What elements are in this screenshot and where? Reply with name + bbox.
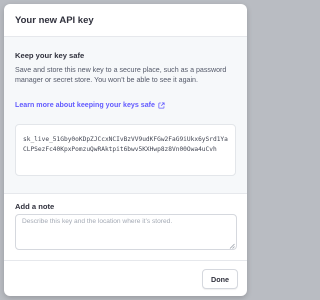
modal-title: Your new API key: [15, 14, 94, 26]
api-key-modal: Your new API key Keep your key safe Save…: [4, 4, 247, 296]
done-button[interactable]: Done: [202, 269, 238, 289]
modal-header: Your new API key: [4, 4, 247, 37]
keep-safe-description: Save and store this new key to a secure …: [15, 66, 227, 84]
learn-more-label: Learn more about keeping your keys safe: [15, 101, 155, 109]
external-link-icon: [158, 101, 165, 109]
resize-handle-icon[interactable]: [229, 243, 235, 249]
keep-key-safe-section: Keep your key safe Save and store this n…: [4, 37, 247, 194]
add-note-section: Add a note: [4, 194, 247, 261]
api-key-value[interactable]: sk_live_51Gby0oKDpZJCcxNCIvBzVV9udKFGw2F…: [15, 124, 236, 176]
learn-more-link[interactable]: Learn more about keeping your keys safe: [15, 101, 165, 109]
note-textarea[interactable]: [15, 214, 237, 250]
add-note-heading: Add a note: [15, 202, 55, 211]
keep-safe-heading: Keep your key safe: [15, 51, 85, 60]
